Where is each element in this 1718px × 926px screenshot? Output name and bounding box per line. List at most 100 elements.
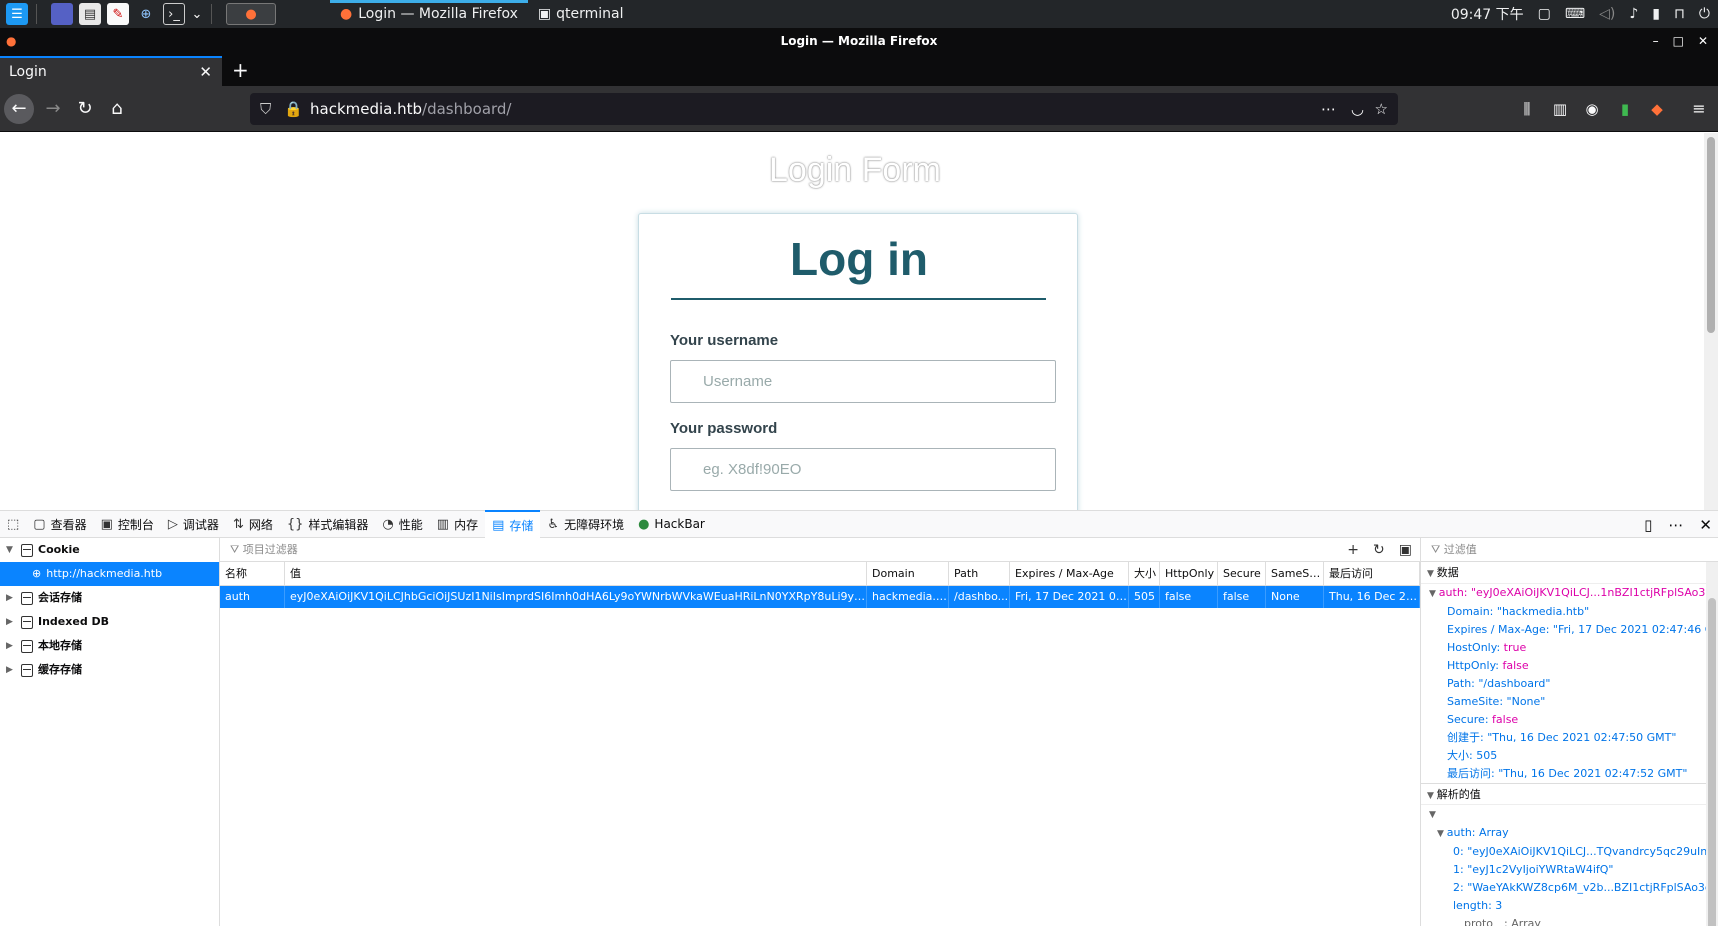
column-header[interactable]: 值 (285, 562, 867, 585)
logout-icon[interactable]: ⏻ (1699, 6, 1710, 22)
window-icon[interactable]: ▢ (1538, 6, 1551, 22)
column-header[interactable]: 最后访问 (1324, 562, 1420, 585)
cell-domain[interactable]: hackmedia.h... (867, 586, 949, 608)
back-button[interactable]: ← (4, 94, 34, 124)
text-editor-icon[interactable]: ✎ (107, 3, 129, 25)
firefox-quicklaunch-icon[interactable]: ● (226, 3, 276, 25)
detail-samesite[interactable]: SameSite: "None" (1447, 693, 1718, 711)
cell-value[interactable]: eyJ0eXAiOiJKV1QiLCJhbGciOiJSUzI1NiIsImpr… (285, 586, 867, 608)
tree-item-cookie[interactable]: ▼ Cookie (0, 538, 219, 562)
battery-icon[interactable]: ▮ (1652, 6, 1660, 22)
extension-fox-icon[interactable]: ◆ (1642, 94, 1672, 124)
tab-memory[interactable]: ▥ 内存 (430, 510, 485, 538)
detail-created[interactable]: 创建于: "Thu, 16 Dec 2021 02:47:50 GMT" (1447, 729, 1718, 747)
tree-item-cookie-host[interactable]: ⊕ http://hackmedia.htb (0, 562, 219, 586)
sidebar-icon[interactable]: ▥ (1545, 94, 1575, 124)
cell-size[interactable]: 505 (1129, 586, 1160, 608)
data-section-header[interactable]: ▼ 数据 (1421, 562, 1718, 584)
terminal-icon[interactable]: ›_ (163, 3, 185, 25)
extension-green-icon[interactable]: ▮ (1610, 94, 1640, 124)
cell-name[interactable]: auth (220, 586, 285, 608)
tree-item-indexeddb[interactable]: ▶ Indexed DB (0, 610, 219, 634)
maximize-icon[interactable]: □ (1673, 28, 1684, 54)
cell-samesite[interactable]: None (1266, 586, 1324, 608)
tab-accessibility[interactable]: ♿ 无障碍环境 (540, 510, 631, 538)
detail-scrollbar-thumb[interactable] (1708, 598, 1716, 926)
devtools-close-icon[interactable]: ✕ (1699, 516, 1712, 534)
column-header[interactable]: Domain (867, 562, 949, 585)
dock-side-icon[interactable]: ▯ (1644, 516, 1652, 534)
cell-secure[interactable]: false (1218, 586, 1266, 608)
tab-inspector[interactable]: ▢ 查看器 (26, 510, 93, 538)
file-manager-icon[interactable]: ▤ (79, 3, 101, 25)
cell-httponly[interactable]: false (1160, 586, 1218, 608)
tab-storage[interactable]: ▤ 存储 (485, 510, 541, 538)
pocket-icon[interactable]: ◡ (1351, 93, 1364, 125)
tree-item-cache-storage[interactable]: ▶ 缓存存储 (0, 658, 219, 682)
detail-last-accessed[interactable]: 最后访问: "Thu, 16 Dec 2021 02:47:52 GMT" (1447, 765, 1718, 783)
tab-login[interactable]: Login ✕ (0, 56, 222, 86)
cell-last-accessed[interactable]: Thu, 16 Dec 2021 0... (1324, 586, 1420, 608)
clock[interactable]: 09:47 下午 (1451, 4, 1524, 24)
url-bar[interactable]: ⛉ 🔒 hackmedia.htb/dashboard/ ⋯ ◡ ☆ (250, 93, 1398, 125)
parsed-item-1[interactable]: 1: "eyJ1c2VyIjoiYWRtaW4ifQ" (1453, 861, 1718, 879)
password-input[interactable] (670, 448, 1056, 491)
workspace-icon[interactable] (51, 3, 73, 25)
table-row[interactable]: auth eyJ0eXAiOiJKV1QiLCJhbGciOiJSUzI1NiI… (220, 586, 1420, 608)
reload-button[interactable]: ↻ (70, 94, 100, 124)
detail-scrollbar[interactable] (1706, 562, 1718, 926)
cell-expires[interactable]: Fri, 17 Dec 2021 02:... (1010, 586, 1129, 608)
parsed-auth-line[interactable]: ▼ auth: Array (1429, 824, 1718, 843)
tab-hackbar[interactable]: ● HackBar (631, 510, 712, 538)
more-options-icon[interactable]: ⋯ (1668, 516, 1683, 534)
forward-button[interactable]: → (38, 94, 68, 124)
page-scrollbar-thumb[interactable] (1707, 137, 1715, 333)
detail-path[interactable]: Path: "/dashboard" (1447, 675, 1718, 693)
parsed-proto[interactable]: __proto__: Array (1453, 915, 1718, 926)
detail-expires[interactable]: Expires / Max-Age: "Fri, 17 Dec 2021 02:… (1447, 621, 1718, 639)
task-firefox[interactable]: ● Login — Mozilla Firefox (330, 0, 528, 28)
parsed-length[interactable]: length: 3 (1453, 897, 1718, 915)
task-qterminal[interactable]: ▣ qterminal (528, 0, 634, 28)
notification-bell-icon[interactable]: ♪ (1629, 6, 1638, 22)
page-actions-icon[interactable]: ⋯ (1321, 93, 1336, 125)
detail-domain[interactable]: Domain: "hackmedia.htb" (1447, 603, 1718, 621)
tab-performance[interactable]: ◔ 性能 (375, 510, 429, 538)
detail-hostonly-line[interactable]: HostOnly: true (1447, 639, 1718, 657)
detail-size[interactable]: 大小: 505 (1447, 747, 1718, 765)
parsed-section-header[interactable]: ▼ 解析的值 (1421, 783, 1718, 805)
lock-icon[interactable]: ⊓ (1674, 6, 1685, 22)
keyboard-icon[interactable]: ⌨ (1565, 6, 1585, 22)
page-scrollbar[interactable] (1704, 133, 1718, 510)
minimize-icon[interactable]: – (1653, 28, 1659, 54)
tab-network[interactable]: ⇅ 网络 (226, 510, 280, 538)
refresh-icon[interactable]: ↻ (1373, 538, 1385, 562)
parsed-item-0[interactable]: 0: "eyJ0eXAiOiJKV1QiLCJ...TQvandrcy5qc29… (1453, 843, 1718, 861)
column-header[interactable]: Expires / Max-Age (1010, 562, 1129, 585)
close-icon[interactable]: ✕ (1698, 28, 1708, 54)
element-picker-button[interactable]: ⬚ (0, 510, 26, 538)
parsed-root-toggle[interactable]: ▼ (1429, 805, 1718, 824)
detail-secure-line[interactable]: Secure: false (1447, 711, 1718, 729)
detail-httponly-line[interactable]: HttpOnly: false (1447, 657, 1718, 675)
browser-globe-icon[interactable]: ⊕ (135, 3, 157, 25)
tab-debugger[interactable]: ▷ 调试器 (161, 510, 226, 538)
new-tab-button[interactable]: + (232, 54, 249, 86)
detail-auth-line[interactable]: ▼ auth: "eyJ0eXAiOiJKV1QiLCJ...1nBZI1ctj… (1429, 584, 1718, 603)
app-launcher-icon[interactable]: ☰ (6, 3, 28, 25)
library-icon[interactable]: ⫼ (1512, 94, 1542, 124)
toggle-sidebar-icon[interactable]: ▣ (1399, 538, 1412, 562)
tab-console[interactable]: ▣ 控制台 (94, 510, 161, 538)
account-icon[interactable]: ◉ (1577, 94, 1607, 124)
volume-icon[interactable]: ◁) (1599, 6, 1615, 22)
shield-icon[interactable]: ⛉ (260, 93, 271, 125)
column-header[interactable]: SameSite (1266, 562, 1324, 585)
parsed-item-2[interactable]: 2: "WaeYAkKWZ8cp6M_v2b...BZI1ctjRFplSAo3… (1453, 879, 1718, 897)
tab-close-icon[interactable]: ✕ (199, 58, 212, 86)
tree-item-local-storage[interactable]: ▶ 本地存储 (0, 634, 219, 658)
tab-style-editor[interactable]: {} 样式编辑器 (280, 510, 376, 538)
add-item-icon[interactable]: + (1347, 538, 1359, 562)
bookmark-star-icon[interactable]: ☆ (1375, 93, 1388, 125)
home-button[interactable]: ⌂ (102, 94, 132, 124)
item-filter[interactable]: ⛛ 项目过滤器 + ↻ ▣ (220, 538, 1420, 562)
